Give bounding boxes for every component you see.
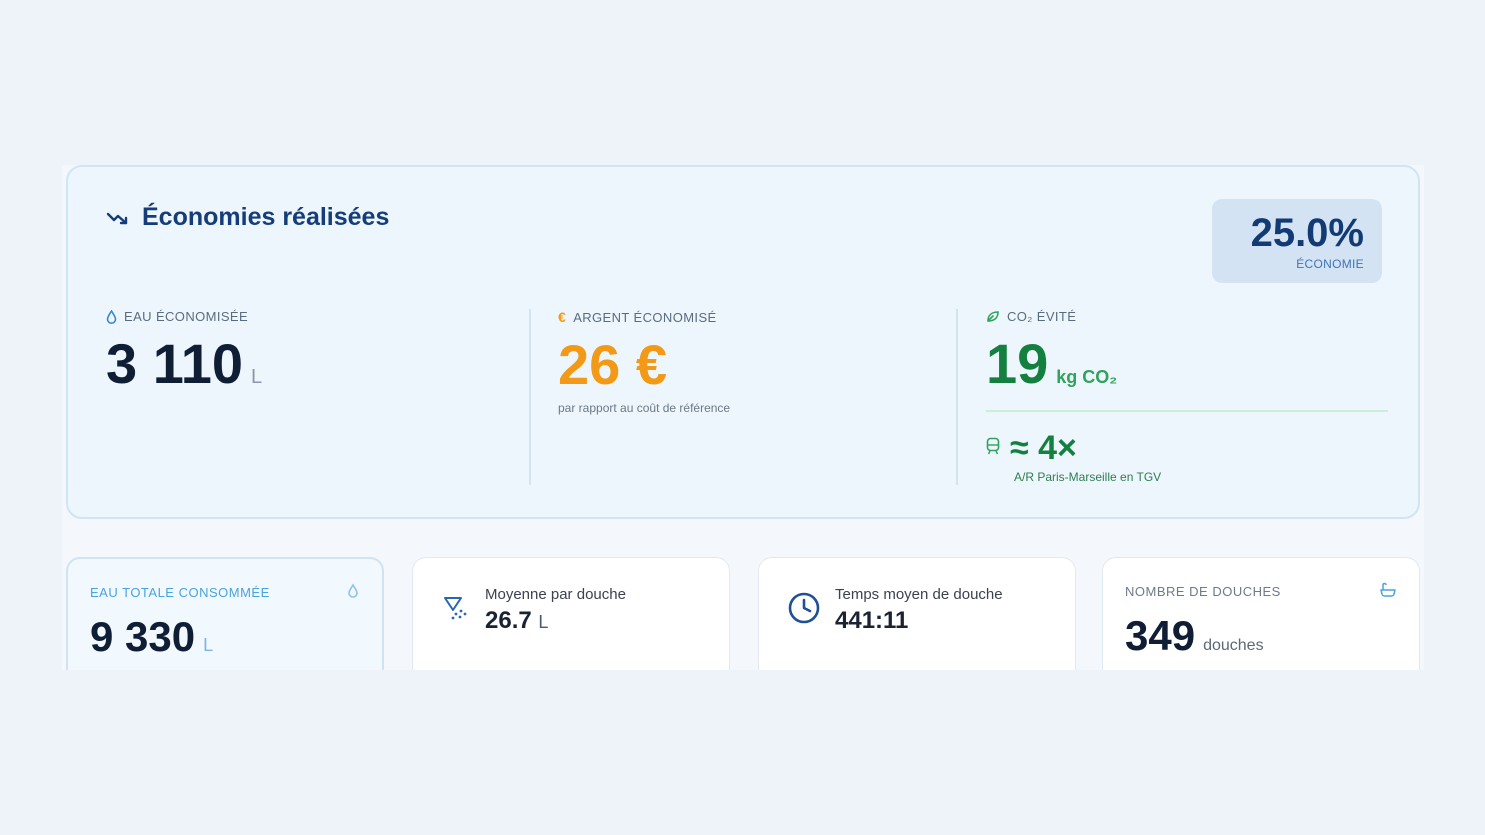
avg-per-shower-value: 26.7 bbox=[485, 607, 532, 634]
water-saved-label: EAU ÉCONOMISÉE bbox=[124, 309, 249, 324]
leaf-icon bbox=[986, 310, 1000, 323]
savings-header: Économies réalisées bbox=[106, 203, 389, 232]
money-saved-note: par rapport au coût de référence bbox=[558, 401, 731, 415]
co2-equivalent-value: ≈ 4× bbox=[1010, 429, 1077, 467]
shower-icon bbox=[441, 593, 471, 628]
avg-per-shower-unit: L bbox=[538, 612, 549, 632]
total-water-unit: L bbox=[203, 635, 214, 655]
co2-equivalent: ≈ 4× bbox=[986, 429, 1077, 468]
water-saved-unit: L bbox=[251, 366, 263, 388]
money-saved-label: ARGENT ÉCONOMISÉ bbox=[573, 309, 717, 325]
total-water-label: EAU TOTALE CONSOMMÉE bbox=[90, 585, 270, 600]
total-water-value: 9 330 bbox=[90, 613, 196, 660]
divider bbox=[956, 309, 958, 485]
total-water-card: EAU TOTALE CONSOMMÉE 9 330 L bbox=[66, 557, 384, 670]
avg-time-label: Temps moyen de douche bbox=[835, 586, 1003, 603]
droplet-icon bbox=[106, 309, 117, 324]
co2-equivalent-note: A/R Paris-Marseille en TGV bbox=[1014, 470, 1162, 484]
shower-count-value: 349 bbox=[1125, 612, 1196, 659]
shower-count-label: NOMBRE DE DOUCHES bbox=[1125, 584, 1281, 599]
avg-time-value: 441:11 bbox=[835, 607, 909, 634]
bathtub-icon bbox=[1379, 582, 1397, 603]
savings-percentage-label: ÉCONOMIE bbox=[1296, 257, 1364, 271]
train-icon bbox=[986, 437, 1000, 460]
trending-down-icon bbox=[106, 210, 130, 226]
avg-time-card: Temps moyen de douche 441:11 bbox=[758, 557, 1076, 670]
co2-avoided-value: 19 bbox=[986, 332, 1049, 395]
divider bbox=[529, 309, 531, 485]
co2-divider bbox=[986, 410, 1388, 412]
shower-count-card: NOMBRE DE DOUCHES 349 douches bbox=[1102, 557, 1420, 670]
avg-per-shower-label: Moyenne par douche bbox=[485, 586, 626, 603]
co2-avoided-unit: kg CO₂ bbox=[1056, 367, 1118, 387]
savings-percentage: 25.0% bbox=[1250, 211, 1364, 255]
savings-percentage-badge: 25.0% ÉCONOMIE bbox=[1212, 199, 1382, 283]
avg-per-shower-card: Moyenne par douche 26.7 L bbox=[412, 557, 730, 670]
droplet-icon bbox=[346, 583, 360, 604]
money-saved-value: 26 € bbox=[558, 333, 667, 396]
dashboard: Économies réalisées 25.0% ÉCONOMIE EAU É… bbox=[62, 165, 1424, 670]
clock-icon bbox=[787, 591, 821, 630]
money-saved-block: € ARGENT ÉCONOMISÉ 26 € par rapport au c… bbox=[558, 309, 730, 415]
euro-icon: € bbox=[558, 309, 567, 325]
water-saved-value: 3 110 bbox=[106, 332, 244, 395]
co2-avoided-block: CO₂ ÉVITÉ 19 kg CO₂ bbox=[986, 309, 1117, 394]
co2-avoided-label: CO₂ ÉVITÉ bbox=[1007, 309, 1077, 324]
savings-panel: Économies réalisées 25.0% ÉCONOMIE EAU É… bbox=[66, 165, 1420, 519]
water-saved-block: EAU ÉCONOMISÉE 3 110 L bbox=[106, 309, 262, 394]
savings-title: Économies réalisées bbox=[142, 203, 390, 231]
shower-count-unit: douches bbox=[1203, 637, 1264, 654]
